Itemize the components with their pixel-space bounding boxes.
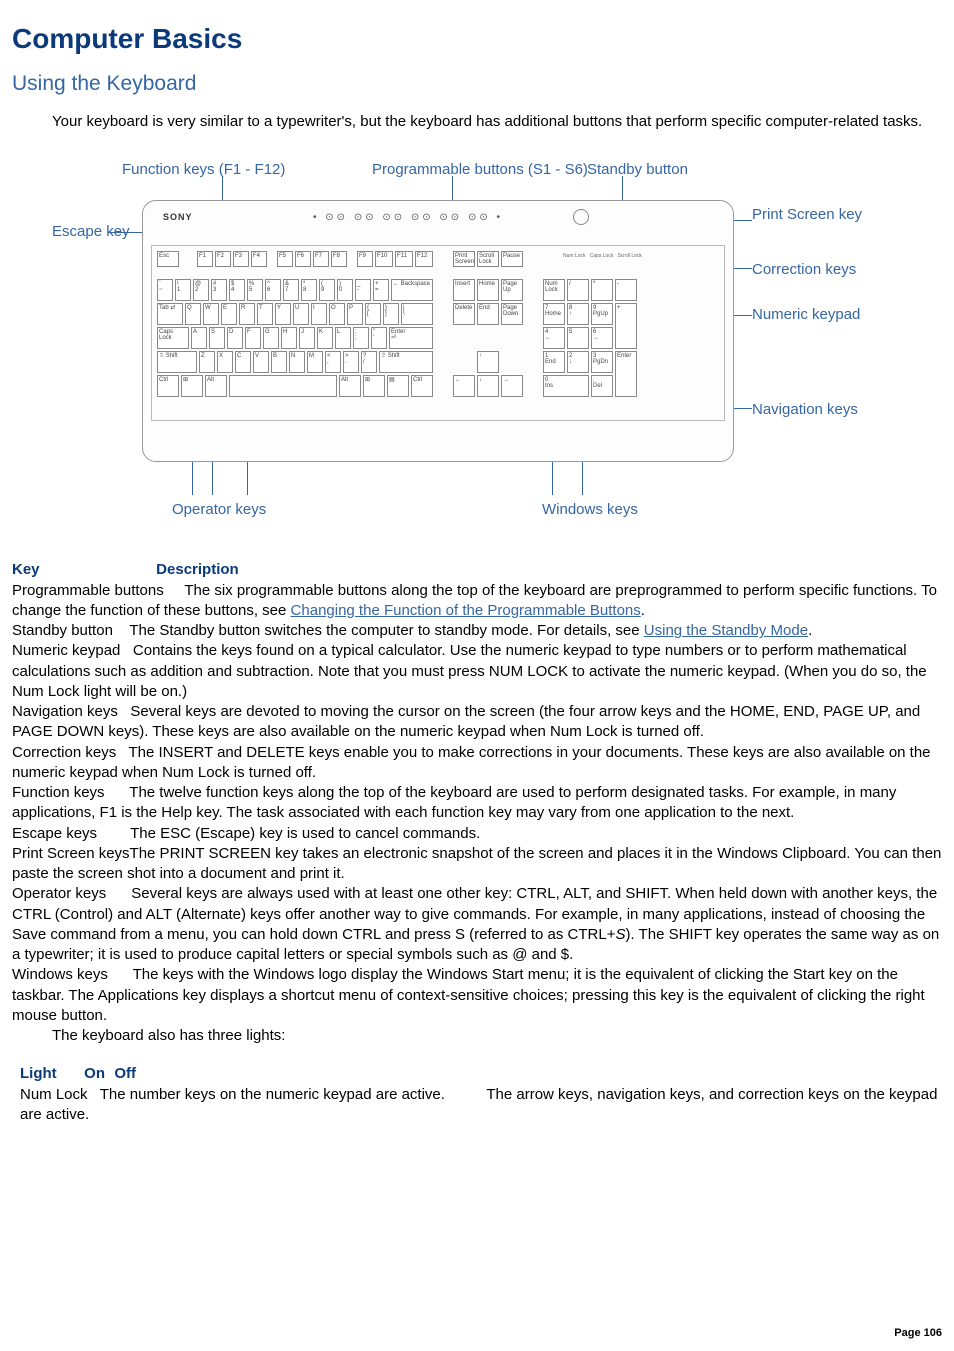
key-descriptions: Programmable buttons The six programmabl… bbox=[12, 581, 942, 1027]
row-standby: Standby button The Standby button switch… bbox=[12, 621, 942, 641]
intro-text: Your keyboard is very similar to a typew… bbox=[52, 112, 942, 132]
col-light: Light bbox=[20, 1064, 80, 1084]
key-table-header: Key Description bbox=[12, 560, 942, 580]
row-printscreen: Print Screen keysThe PRINT SCREEN key ta… bbox=[12, 844, 942, 885]
row-numlock-light: Num Lock The number keys on the numeric … bbox=[20, 1085, 942, 1126]
row-windows: Windows keys The keys with the Windows l… bbox=[12, 965, 942, 1026]
col-key: Key bbox=[12, 560, 152, 580]
label-function-keys: Function keys (F1 - F12) bbox=[122, 160, 285, 180]
row-operator: Operator keys Several keys are always us… bbox=[12, 884, 942, 965]
label-correction: Correction keys bbox=[752, 260, 856, 280]
row-correction: Correction keys The INSERT and DELETE ke… bbox=[12, 743, 942, 784]
keyboard-image: SONY • ⊙⊙ ⊙⊙ ⊙⊙ ⊙⊙ ⊙⊙ ⊙⊙ • Esc F1 F2 F3 … bbox=[142, 200, 734, 462]
row-navigation: Navigation keys Several keys are devoted… bbox=[12, 702, 942, 743]
col-off: Off bbox=[114, 1064, 144, 1084]
label-operator: Operator keys bbox=[172, 500, 266, 520]
link-standby[interactable]: Using the Standby Mode bbox=[644, 622, 808, 639]
label-windows: Windows keys bbox=[542, 500, 638, 520]
col-desc: Description bbox=[156, 561, 239, 578]
link-prog-buttons[interactable]: Changing the Function of the Programmabl… bbox=[291, 602, 641, 619]
keyboard-figure: Function keys (F1 - F12) Programmable bu… bbox=[52, 150, 942, 530]
col-on: On bbox=[84, 1064, 110, 1084]
page-title: Computer Basics bbox=[12, 20, 942, 58]
standby-icon bbox=[573, 209, 589, 225]
label-navigation: Navigation keys bbox=[752, 400, 858, 420]
light-table-header: Light On Off bbox=[12, 1064, 942, 1084]
section-title: Using the Keyboard bbox=[12, 70, 942, 98]
label-prog-buttons: Programmable buttons (S1 - S6) bbox=[372, 160, 588, 180]
row-function: Function keys The twelve function keys a… bbox=[12, 783, 942, 824]
label-standby: Standby button bbox=[587, 160, 688, 180]
keyboard-brand: SONY bbox=[163, 211, 193, 223]
label-numeric: Numeric keypad bbox=[752, 305, 860, 325]
page-number: Page 106 bbox=[894, 1326, 942, 1341]
row-escape: Escape keys The ESC (Escape) key is used… bbox=[12, 824, 942, 844]
row-programmable: Programmable buttons The six programmabl… bbox=[12, 581, 942, 622]
row-numeric: Numeric keypad Contains the keys found o… bbox=[12, 641, 942, 702]
label-print-screen: Print Screen key bbox=[752, 205, 862, 225]
lights-intro: The keyboard also has three lights: bbox=[52, 1026, 942, 1046]
